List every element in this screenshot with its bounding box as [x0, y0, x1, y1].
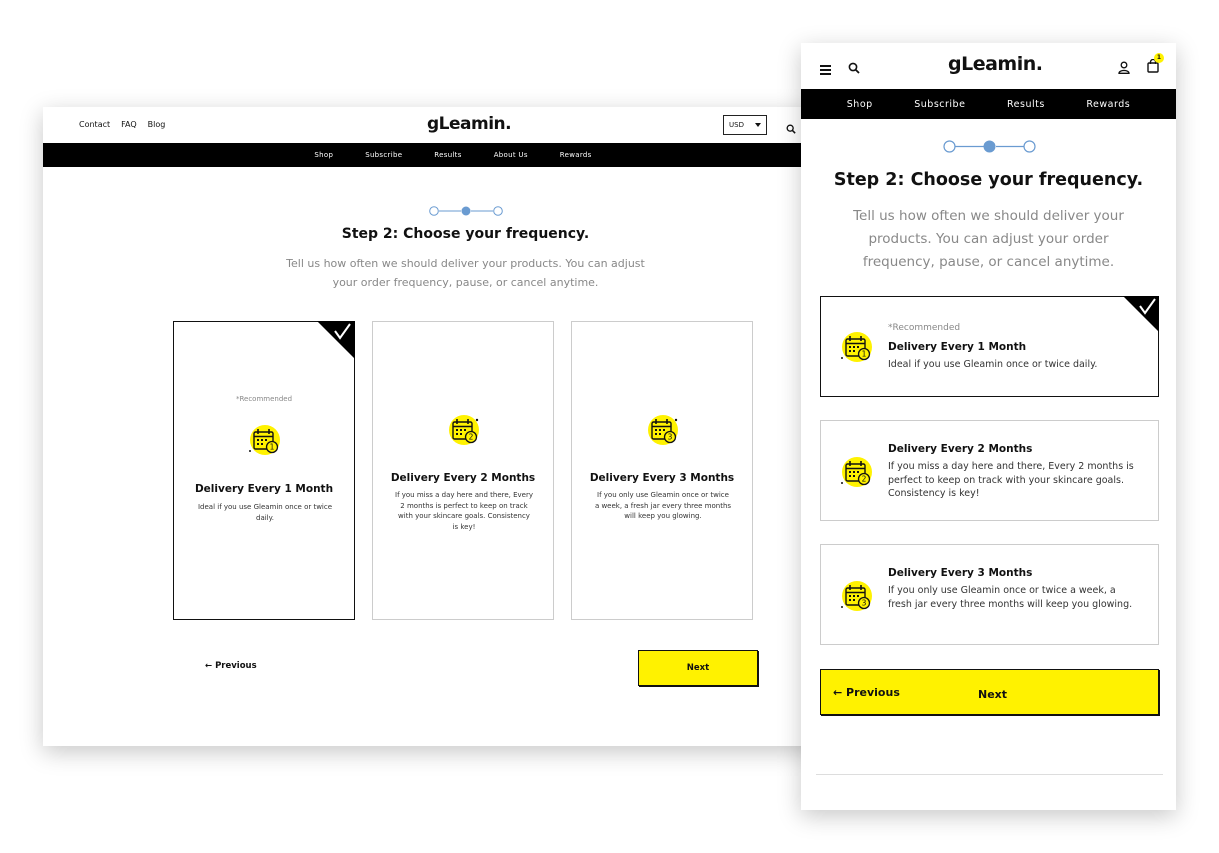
nav-about-us[interactable]: About Us	[494, 151, 528, 159]
contact-link[interactable]: Contact	[79, 120, 110, 129]
blog-link[interactable]: Blog	[148, 120, 166, 129]
calendar-icon: 3	[643, 411, 681, 449]
nav-shop[interactable]: Shop	[314, 151, 333, 159]
step-3-dot	[493, 206, 503, 216]
cart-icon[interactable]: 1	[1147, 53, 1164, 77]
step-progress	[429, 202, 503, 221]
nav-rewards[interactable]: Rewards	[1086, 99, 1130, 110]
currency-select[interactable]: USD	[723, 115, 767, 135]
step-actions-bar: ← Previous Next	[820, 669, 1159, 715]
svg-text:1: 1	[270, 443, 275, 452]
step-progress	[943, 139, 1036, 158]
nav-rewards[interactable]: Rewards	[560, 151, 592, 159]
option-title: Delivery Every 2 Months	[888, 443, 1033, 455]
desktop-view: Contact FAQ Blog gLeamin. USD Shop Subsc…	[43, 107, 823, 746]
frequency-option-3-months[interactable]: 3 Delivery Every 3 Months If you only us…	[820, 544, 1159, 645]
currency-value: USD	[729, 121, 744, 129]
calendar-icon: 1	[837, 328, 875, 366]
option-description: Ideal if you use Gleamin once or twice d…	[197, 503, 333, 522]
option-description: If you only use Gleamin once or twice a …	[594, 491, 732, 520]
svg-text:2: 2	[862, 475, 867, 484]
nav-subscribe[interactable]: Subscribe	[914, 99, 965, 110]
user-icon[interactable]	[1118, 59, 1130, 78]
svg-text:2: 2	[469, 433, 474, 442]
nav-results[interactable]: Results	[434, 151, 461, 159]
option-description: Ideal if you use Gleamin once or twice d…	[888, 359, 1098, 370]
page-title: Step 2: Choose your frequency.	[341, 226, 590, 242]
logo[interactable]: gLeamin.	[427, 114, 512, 134]
mobile-main-nav: Shop Subscribe Results Rewards	[801, 89, 1176, 119]
desktop-top-links: Contact FAQ Blog	[79, 120, 165, 129]
calendar-icon: 3	[837, 577, 875, 615]
frequency-option-1-month[interactable]: *Recommended 1 Delivery Every 1 Month Id…	[173, 321, 355, 620]
option-title: Delivery Every 3 Months	[589, 472, 735, 484]
mockup-stage: Contact FAQ Blog gLeamin. USD Shop Subsc…	[0, 0, 1219, 853]
caret-down-icon	[755, 123, 761, 127]
calendar-icon: 2	[444, 411, 482, 449]
step-1-dot	[943, 140, 956, 153]
search-icon[interactable]	[786, 119, 796, 138]
page-title: Step 2: Choose your frequency.	[833, 170, 1144, 190]
faq-link[interactable]: FAQ	[121, 120, 137, 129]
calendar-icon: 2	[837, 453, 875, 491]
calendar-icon: 1	[245, 421, 283, 459]
nav-subscribe[interactable]: Subscribe	[365, 151, 402, 159]
option-title: Delivery Every 3 Months	[888, 567, 1033, 579]
step-1-dot	[429, 206, 439, 216]
step-2-dot	[983, 140, 996, 153]
page-subtitle: Tell us how often we should deliver your…	[853, 208, 1124, 270]
checkmark-icon	[1123, 296, 1159, 332]
divider	[816, 774, 1163, 775]
option-description: If you miss a day here and there, Every …	[395, 491, 533, 531]
svg-text:1: 1	[862, 350, 867, 359]
previous-button[interactable]: ← Previous	[205, 661, 257, 671]
menu-icon[interactable]	[820, 60, 831, 79]
option-title: Delivery Every 1 Month	[888, 341, 1027, 353]
frequency-option-2-months[interactable]: 2 Delivery Every 2 Months If you miss a …	[372, 321, 554, 620]
desktop-header: Contact FAQ Blog gLeamin. USD	[43, 107, 823, 143]
next-button[interactable]: Next	[978, 688, 1007, 701]
frequency-option-3-months[interactable]: 3 Delivery Every 3 Months If you only us…	[571, 321, 753, 620]
frequency-option-1-month[interactable]: 1 *Recommended Delivery Every 1 Month Id…	[820, 296, 1159, 397]
option-description: If you miss a day here and there, Every …	[888, 461, 1134, 499]
mobile-view: gLeamin. 1 Shop Subscribe Results Reward…	[801, 43, 1176, 810]
nav-results[interactable]: Results	[1007, 99, 1045, 110]
recommended-label: *Recommended	[888, 323, 961, 333]
next-button[interactable]: Next	[638, 650, 758, 686]
recommended-label: *Recommended	[235, 395, 293, 403]
option-title: Delivery Every 1 Month	[194, 483, 334, 495]
desktop-main-nav: Shop Subscribe Results About Us Rewards	[43, 143, 823, 167]
step-2-dot	[461, 206, 471, 216]
option-description: If you only use Gleamin once or twice a …	[888, 585, 1133, 610]
frequency-option-2-months[interactable]: 2 Delivery Every 2 Months If you miss a …	[820, 420, 1159, 521]
step-3-dot	[1023, 140, 1036, 153]
checkmark-icon	[317, 321, 355, 359]
cart-count-badge: 1	[1154, 53, 1164, 63]
mobile-header: gLeamin. 1	[801, 43, 1176, 89]
nav-shop[interactable]: Shop	[847, 99, 873, 110]
svg-text:3: 3	[862, 599, 867, 608]
svg-text:3: 3	[668, 433, 673, 442]
search-icon[interactable]	[848, 59, 860, 78]
logo[interactable]: gLeamin.	[948, 53, 1043, 75]
previous-button[interactable]: ← Previous	[833, 686, 900, 699]
option-title: Delivery Every 2 Months	[390, 472, 536, 484]
page-subtitle: Tell us how often we should deliver your…	[286, 257, 645, 289]
